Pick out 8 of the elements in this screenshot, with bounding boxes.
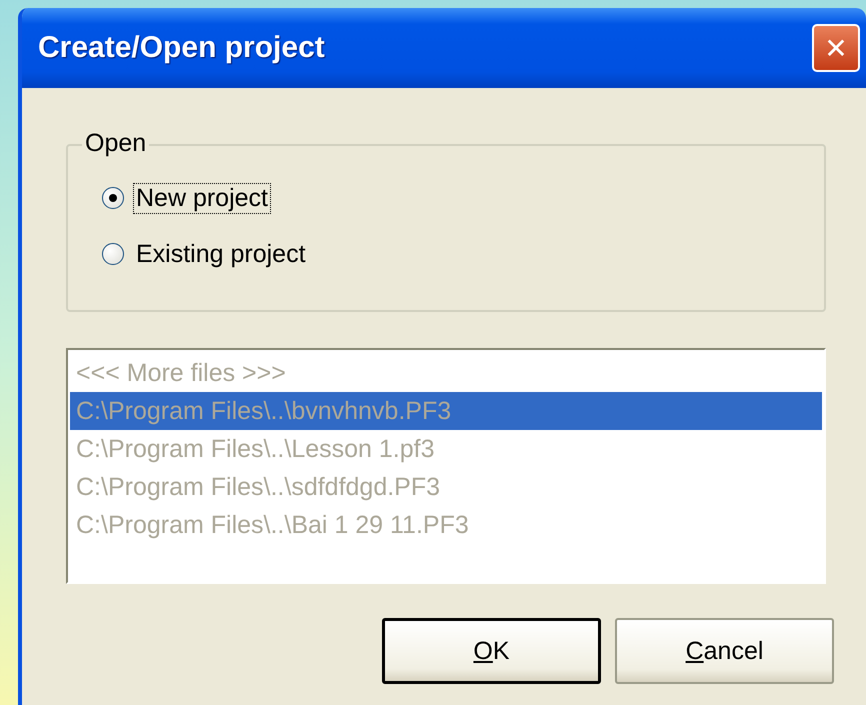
window-title: Create/Open project xyxy=(38,31,326,65)
dialog-button[interactable]: OK xyxy=(382,618,601,684)
radio-label[interactable]: New project xyxy=(134,184,270,212)
radio-label[interactable]: Existing project xyxy=(134,240,308,268)
close-button[interactable]: ✕ xyxy=(812,24,860,72)
radio-button[interactable] xyxy=(102,243,124,265)
dialog-button[interactable]: Cancel xyxy=(615,618,834,684)
radio-button[interactable] xyxy=(102,187,124,209)
